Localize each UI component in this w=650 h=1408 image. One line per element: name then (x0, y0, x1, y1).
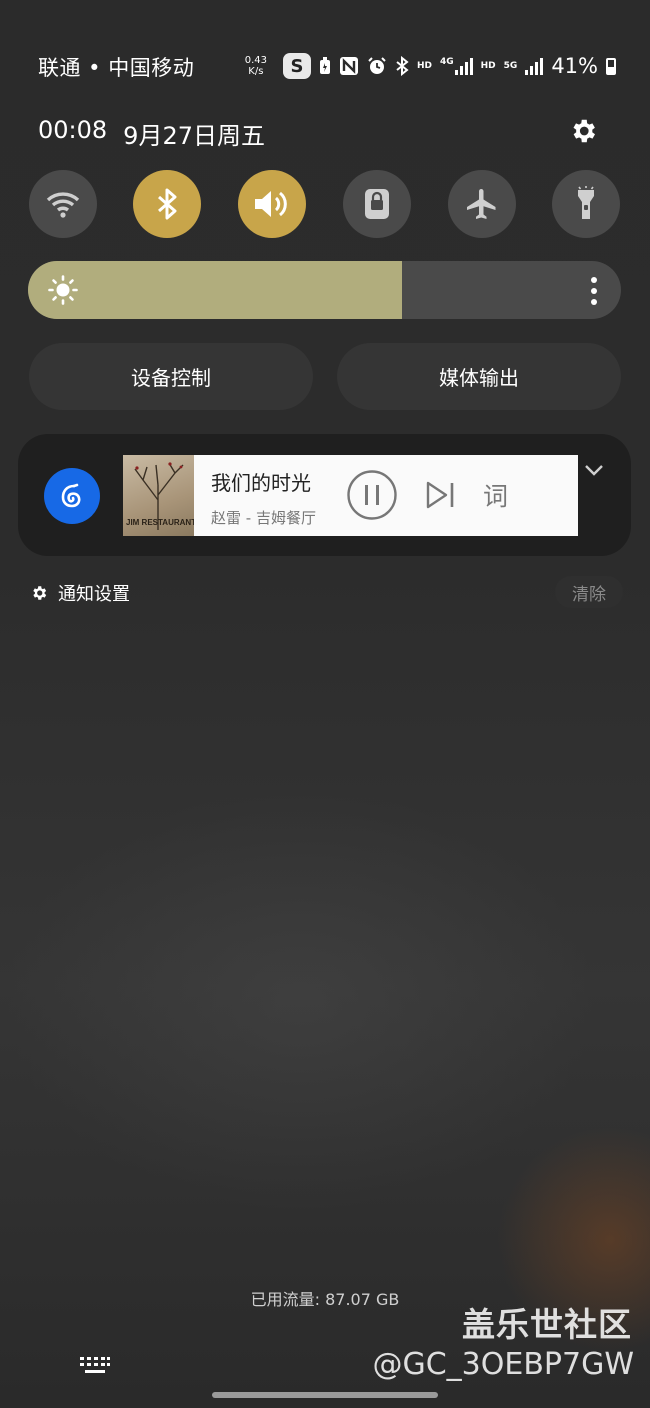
4g-label: 4G (439, 57, 454, 67)
flashlight-icon (578, 186, 594, 219)
media-player-panel[interactable]: JIM RESTAURANT 我们的时光 赵雷 - 吉姆餐厅 词 (123, 455, 578, 536)
media-output-button[interactable]: 媒体输出 (337, 343, 621, 410)
next-button[interactable] (424, 479, 456, 511)
carrier-label: 联通 • 中国移动 (38, 56, 195, 80)
sun-icon (48, 275, 78, 305)
lyrics-button[interactable]: 词 (483, 477, 508, 513)
clock-time[interactable]: 00:08 (38, 116, 107, 151)
battery-percent: 41% (551, 54, 598, 78)
flashlight-toggle[interactable] (552, 170, 620, 238)
bluetooth-icon (158, 188, 177, 220)
clear-button[interactable]: 清除 (555, 576, 623, 608)
nfc-icon (339, 56, 359, 76)
screen-lock-toggle[interactable] (343, 170, 411, 238)
pause-icon (347, 470, 397, 520)
lock-icon (365, 189, 389, 219)
alarm-icon (367, 56, 387, 76)
battery-icon (606, 57, 616, 75)
hd-label-1: HD (416, 61, 432, 71)
speed-value: 0.43 (244, 55, 267, 66)
album-title-text: JIM RESTAURANT (126, 518, 194, 527)
s-app-icon: S (282, 53, 311, 79)
bluetooth-toggle[interactable] (133, 170, 201, 238)
watermark-community: 盖乐世社区 (462, 1305, 632, 1344)
skip-next-icon (426, 481, 454, 509)
bluetooth-status-icon (395, 56, 409, 76)
device-control-button[interactable]: 设备控制 (29, 343, 313, 410)
sound-toggle[interactable] (238, 170, 306, 238)
volume-icon (255, 191, 287, 217)
expand-chevron-down-icon[interactable] (584, 462, 604, 481)
hd-label-2: HD (480, 61, 496, 71)
airplane-toggle[interactable] (448, 170, 516, 238)
4g-signal-icon: 4G (440, 57, 473, 75)
brightness-fill[interactable] (28, 261, 402, 319)
status-icons: 0.43 K/s S HD 4G HD 5G 41% (245, 50, 616, 82)
netease-music-app-icon[interactable] (44, 468, 100, 524)
home-indicator[interactable] (212, 1392, 438, 1398)
notification-settings-link[interactable]: 通知设置 (30, 580, 130, 606)
5g-label: 5G (503, 61, 518, 71)
speed-unit: K/s (248, 66, 264, 77)
clock-date: 00:08 9月27日周五 (38, 116, 265, 151)
network-speed: 0.43 K/s (245, 55, 267, 77)
brightness-more-icon[interactable] (591, 277, 597, 305)
clock-date-label[interactable]: 9月27日周五 (123, 116, 265, 151)
brightness-slider[interactable] (28, 261, 621, 319)
signal-icon (525, 57, 544, 75)
wifi-icon (46, 192, 80, 218)
airplane-icon (467, 189, 496, 219)
battery-saver-icon (319, 57, 331, 75)
wifi-toggle[interactable] (29, 170, 97, 238)
settings-gear-icon[interactable] (566, 114, 600, 148)
gear-icon (33, 586, 47, 600)
pause-button[interactable] (346, 469, 398, 521)
song-artist: 赵雷 - 吉姆餐厅 (211, 509, 316, 527)
album-art: JIM RESTAURANT (123, 455, 194, 536)
watermark-user: @GC_3OEBP7GW (372, 1347, 634, 1382)
song-title: 我们的时光 (211, 471, 311, 495)
notification-settings-label: 通知设置 (58, 584, 130, 605)
keyboard-icon[interactable] (79, 1356, 111, 1380)
